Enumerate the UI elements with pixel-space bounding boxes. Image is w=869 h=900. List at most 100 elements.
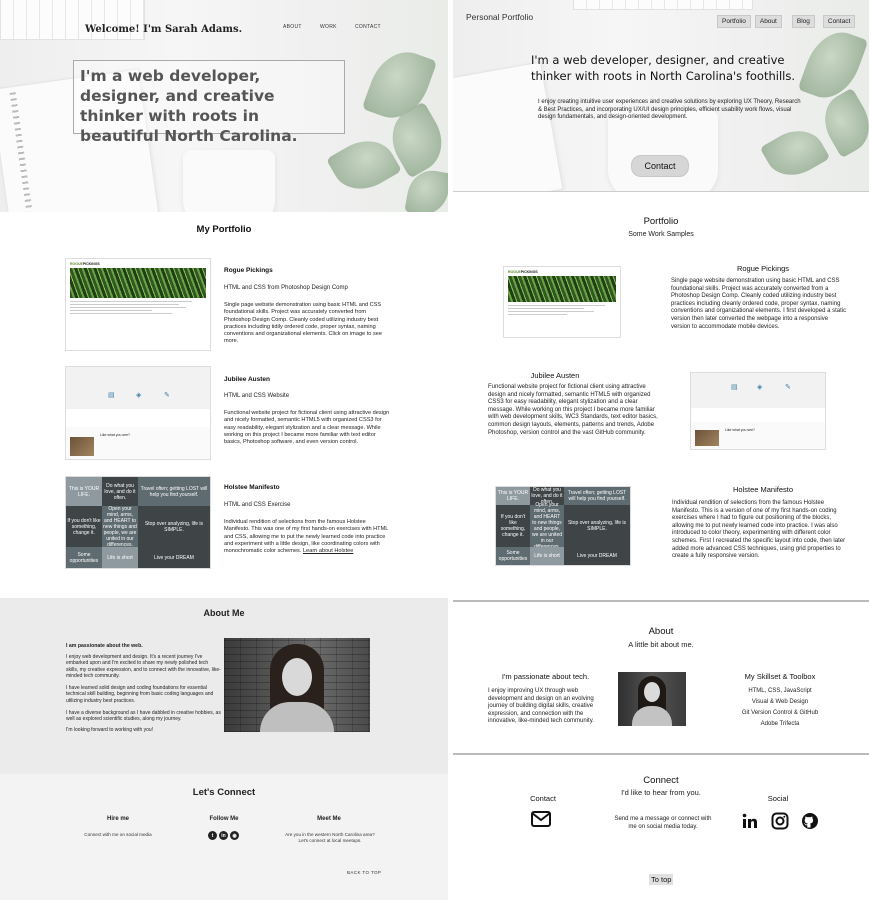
about-paragraph: I'm looking forward to working with you! <box>66 727 154 733</box>
project-title: Holstee Manifesto <box>224 484 280 491</box>
rogue-pickings-thumbnail[interactable]: ROGUE PICKINGS <box>65 258 211 351</box>
to-top-button[interactable]: To top <box>649 874 674 885</box>
hero-callout: I'm a web developer, designer, and creat… <box>73 60 345 145</box>
site-brand[interactable]: Personal Portfolio <box>466 12 533 22</box>
contact-button[interactable]: Contact <box>631 155 689 177</box>
about-lead: I'm passionate about tech. <box>501 672 590 681</box>
meet-me-text: Are you in the western North Carolina ar… <box>285 832 375 843</box>
back-to-top-link[interactable]: BACK TO TOP <box>347 870 381 875</box>
thumb-photo <box>70 436 94 456</box>
keyboard-image <box>573 0 753 10</box>
project-description: Individual rendition of selections from … <box>672 500 846 560</box>
linkedin-icon[interactable] <box>742 813 758 829</box>
thumb-hero-image <box>508 276 616 302</box>
project-description: Single page website demonstration using … <box>224 302 382 345</box>
holstee-manifesto-thumbnail[interactable]: This is YOUR LIFE. Do what you love, and… <box>65 476 211 569</box>
thumb-brand: ROGUE <box>508 269 521 274</box>
section-divider <box>453 753 869 755</box>
manifesto-cell: Stop over analyzing, life is SIMPLE. <box>138 506 210 547</box>
nav-contact[interactable]: CONTACT <box>355 24 381 30</box>
contact-text: Send me a message or connect with me on … <box>614 816 712 830</box>
project-subtitle: HTML and CSS Exercise <box>224 502 291 508</box>
portfolio-title: Portfolio <box>643 216 679 227</box>
about-title: About Me <box>203 608 245 618</box>
thumb-brand: PICKINGS <box>520 269 538 274</box>
thumb-hero-image <box>70 268 206 298</box>
linkedin-icon[interactable]: in <box>219 831 228 840</box>
nav-contact[interactable]: Contact <box>822 15 856 28</box>
profile-photo <box>224 638 370 732</box>
manifesto-cell: Some opportunities <box>66 547 102 568</box>
site-brand[interactable]: Welcome! I'm Sarah Adams. <box>85 24 242 35</box>
hero-section: Personal Portfolio Portfolio About Blog … <box>453 0 869 192</box>
github-icon[interactable]: ◉ <box>230 831 239 840</box>
social-icons: t in ◉ <box>208 831 239 840</box>
thumb-brand: ROGUE <box>70 261 83 266</box>
html-icon: ◈ <box>757 384 763 391</box>
nav-portfolio[interactable]: Portfolio <box>717 15 751 28</box>
connect-title: Connect <box>643 775 679 786</box>
about-text: I enjoy improving UX through web develop… <box>488 688 594 725</box>
about-paragraph: I have learned solid design and coding f… <box>66 685 214 704</box>
about-lead: I am passionate about the web. <box>66 643 143 649</box>
portfolio-subtitle: Some Work Samples <box>628 231 694 238</box>
manifesto-cell: Travel often; getting LOST will help you… <box>138 477 210 506</box>
thumb-photo <box>695 430 719 446</box>
mug-image <box>183 150 275 212</box>
follow-me-heading: Follow Me <box>209 816 239 822</box>
nav-about[interactable]: About <box>754 15 782 28</box>
manifesto-cell: Travel often; getting LOST will help you… <box>564 487 630 505</box>
nav-work[interactable]: WORK <box>320 24 337 30</box>
project-description: Individual rendition of selections from … <box>224 519 390 555</box>
hero-text: I enjoy creating intuitive user experien… <box>538 99 801 121</box>
manifesto-cell: Open your mind, arms, and HEART to new t… <box>530 502 564 550</box>
section-divider <box>453 600 869 602</box>
thumb-caption: Like what you see? <box>725 428 755 433</box>
project-title: Rogue Pickings <box>224 267 273 274</box>
pen-icon: ✎ <box>785 384 791 391</box>
left-screenshot: Welcome! I'm Sarah Adams. ABOUT WORK CON… <box>0 0 448 900</box>
meet-me-heading: Meet Me <box>317 816 341 822</box>
nav-about[interactable]: ABOUT <box>283 24 302 30</box>
manifesto-cell: Live your DREAM <box>564 547 630 565</box>
jubilee-austen-thumbnail[interactable]: ▤ ◈ ✎ Like what you see? <box>690 372 826 450</box>
about-title: About <box>648 626 674 637</box>
skill-item: Adobe Trifecta <box>760 721 800 727</box>
manifesto-cell: Some opportunities <box>496 547 530 565</box>
about-paragraph: I have a diverse background as I have da… <box>66 710 221 723</box>
hero-section: Welcome! I'm Sarah Adams. ABOUT WORK CON… <box>0 0 448 212</box>
hire-me-text: Connect with me on social media <box>84 832 152 837</box>
document-icon: ▤ <box>108 392 115 399</box>
manifesto-cell: Do what you love, and do it often. <box>102 477 138 506</box>
manifesto-cell: This is YOUR LIFE. <box>496 487 530 505</box>
skill-item: HTML, CSS, JavaScript <box>748 688 812 694</box>
skill-item: Visual & Web Design <box>751 699 809 705</box>
manifesto-cell: Open your mind, arms, and HEART to new t… <box>102 505 138 548</box>
manifesto-cell: If you don't like something, change it. <box>66 506 102 547</box>
nav-blog[interactable]: Blog <box>791 15 815 28</box>
manifesto-cell: This is YOUR LIFE. <box>66 477 102 506</box>
project-description: Functional website project for fictional… <box>488 384 658 436</box>
holstee-link[interactable]: Learn about Holstee <box>303 548 353 554</box>
portfolio-title: My Portfolio <box>196 224 252 235</box>
github-icon[interactable] <box>801 812 819 830</box>
manifesto-cell: Life is short <box>102 547 138 568</box>
hero-text: I'm a web developer, designer, and creat… <box>80 67 298 145</box>
instagram-icon[interactable] <box>771 812 789 830</box>
plant-leaf <box>759 119 831 187</box>
jubilee-austen-thumbnail[interactable]: ▤ ◈ ✎ Like what you see? <box>65 366 211 460</box>
project-title: Jubilee Austen <box>224 376 270 383</box>
holstee-manifesto-thumbnail[interactable]: This is YOUR LIFE. Do what you love, and… <box>495 486 631 566</box>
project-title: Rogue Pickings <box>736 264 790 273</box>
html-icon: ◈ <box>136 392 142 399</box>
contact-heading: Contact <box>530 794 556 803</box>
connect-title: Let's Connect <box>192 787 256 798</box>
rogue-pickings-thumbnail[interactable]: ROGUE PICKINGS <box>503 266 621 338</box>
manifesto-cell: Live your DREAM <box>138 547 210 568</box>
envelope-icon[interactable] <box>531 811 551 827</box>
twitter-icon[interactable]: t <box>208 831 217 840</box>
social-heading: Social <box>767 794 789 803</box>
project-title: Holstee Manifesto <box>732 485 794 494</box>
mug-image <box>608 110 718 191</box>
manifesto-cell: Stop over analyzing, life is SIMPLE. <box>564 505 630 547</box>
